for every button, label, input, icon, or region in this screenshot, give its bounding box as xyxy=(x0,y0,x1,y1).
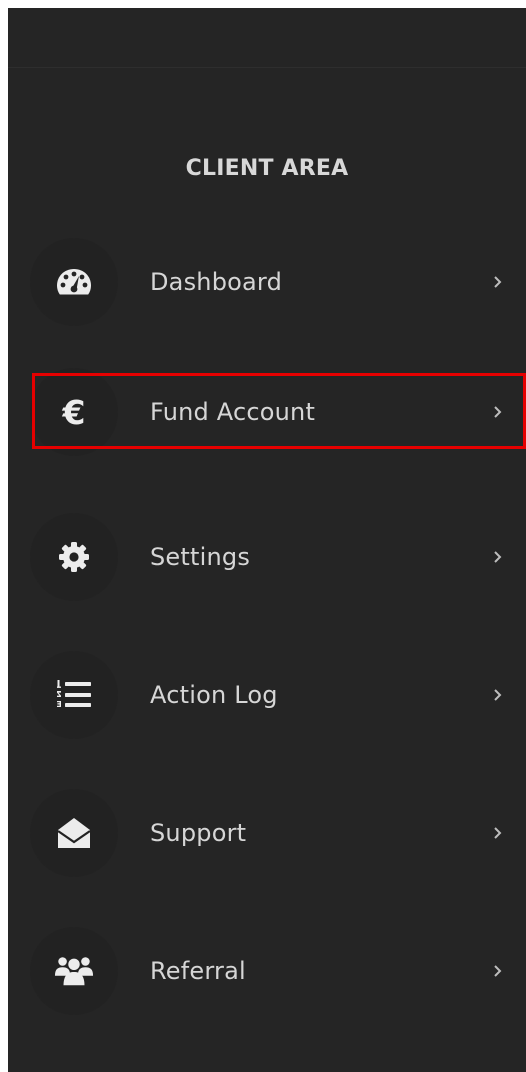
numbered-list-icon xyxy=(54,675,94,715)
sidebar-item-action-log[interactable]: Action Log xyxy=(8,647,526,743)
section-title: CLIENT AREA xyxy=(185,156,349,181)
sidebar-item-label: Support xyxy=(150,819,247,847)
sidebar-item-dashboard[interactable]: Dashboard xyxy=(8,234,526,330)
gear-icon xyxy=(54,537,94,577)
chevron-right-icon xyxy=(494,551,502,563)
chevron-right-icon xyxy=(494,965,502,977)
icon-circle xyxy=(30,238,118,326)
highlight-box xyxy=(32,373,526,449)
chevron-right-icon xyxy=(494,827,502,839)
icon-circle xyxy=(30,513,118,601)
users-group-icon xyxy=(54,951,94,991)
sidebar-item-label: Action Log xyxy=(150,681,278,709)
dashboard-gauge-icon xyxy=(54,262,94,302)
sidebar-item-referral[interactable]: Referral xyxy=(8,923,526,1019)
icon-circle xyxy=(30,651,118,739)
chevron-right-icon xyxy=(494,689,502,701)
sidebar-item-label: Referral xyxy=(150,957,246,985)
client-sidebar: CLIENT AREA Dashboard € Fund Account Set… xyxy=(8,8,526,1072)
sidebar-item-label: Dashboard xyxy=(150,268,283,296)
envelope-open-icon xyxy=(54,813,94,853)
sidebar-item-settings[interactable]: Settings xyxy=(8,509,526,605)
top-divider xyxy=(8,67,526,68)
sidebar-item-support[interactable]: Support xyxy=(8,785,526,881)
sidebar-item-label: Settings xyxy=(150,543,251,571)
chevron-right-icon xyxy=(494,276,502,288)
icon-circle xyxy=(30,927,118,1015)
icon-circle xyxy=(30,789,118,877)
